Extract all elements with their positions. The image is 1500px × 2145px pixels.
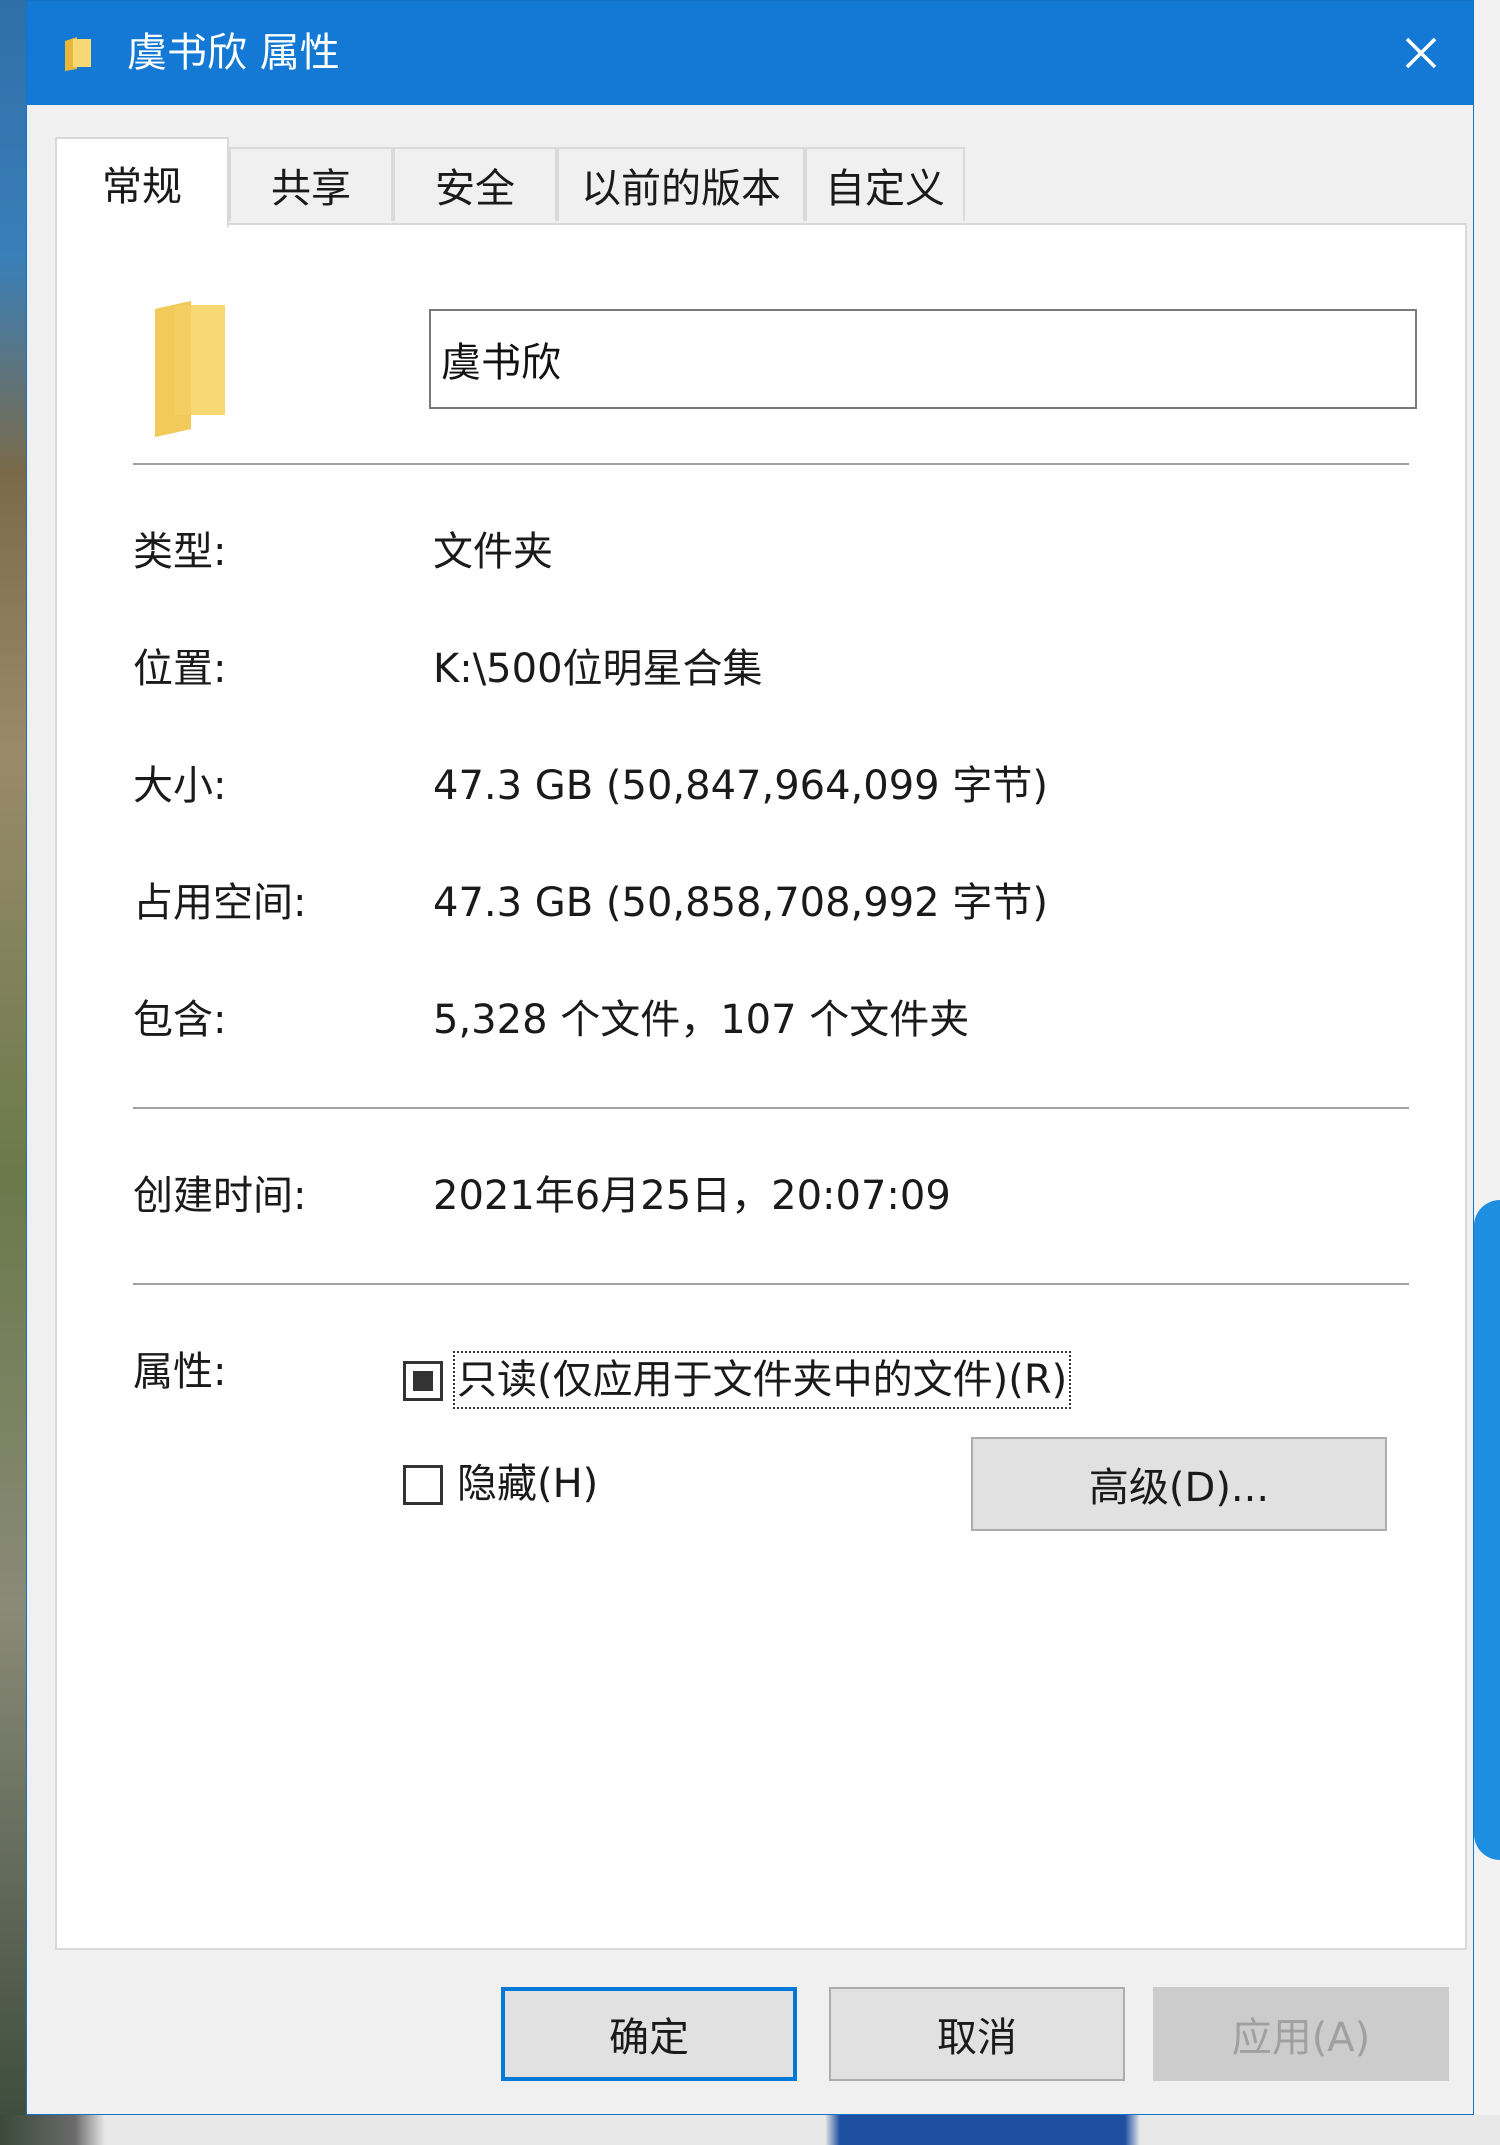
tab-general[interactable]: 常规 <box>55 137 229 227</box>
readonly-label[interactable]: 只读(仅应用于文件夹中的文件)(R) <box>452 1351 1072 1409</box>
size-on-disk-label: 占用空间: <box>133 880 307 926</box>
advanced-button[interactable]: 高级(D)... <box>971 1437 1387 1531</box>
close-button[interactable] <box>1369 1 1473 105</box>
properties-dialog: 虞书欣 属性 常规 共享 安全 以前的版本 自定义 类型: 文件夹 位置: K:… <box>26 0 1474 2115</box>
hidden-label[interactable]: 隐藏(H) <box>457 1459 598 1509</box>
folder-name-input[interactable] <box>429 309 1417 409</box>
contains-label: 包含: <box>133 997 227 1043</box>
created-label: 创建时间: <box>133 1173 307 1219</box>
location-value: K:\500位明星合集 <box>433 646 763 692</box>
apply-button[interactable]: 应用(A) <box>1153 1987 1449 2081</box>
desktop-background-accent <box>1474 1200 1500 1860</box>
contains-value: 5,328 个文件，107 个文件夹 <box>433 997 970 1043</box>
tab-sharing[interactable]: 共享 <box>229 147 393 221</box>
tab-security[interactable]: 安全 <box>393 147 557 221</box>
title-bar[interactable]: 虞书欣 属性 <box>27 1 1473 105</box>
size-value: 47.3 GB (50,847,964,099 字节) <box>433 763 1048 809</box>
tab-previous-versions[interactable]: 以前的版本 <box>557 147 805 221</box>
indeterminate-mark <box>413 1371 433 1391</box>
close-icon <box>1405 37 1437 69</box>
created-value: 2021年6月25日，20:07:09 <box>433 1173 951 1219</box>
divider-top <box>133 463 1409 465</box>
size-on-disk-value: 47.3 GB (50,858,708,992 字节) <box>433 880 1048 926</box>
type-label: 类型: <box>133 529 227 575</box>
type-value: 文件夹 <box>433 529 553 575</box>
folder-large-icon <box>155 301 225 437</box>
ok-button[interactable]: 确定 <box>501 1987 797 2081</box>
taskbar-strip <box>0 2115 1500 2145</box>
folder-icon <box>65 37 91 71</box>
cancel-button[interactable]: 取消 <box>829 1987 1125 2081</box>
divider-bottom <box>133 1283 1409 1285</box>
size-label: 大小: <box>133 763 227 809</box>
location-label: 位置: <box>133 646 227 692</box>
general-panel <box>55 223 1467 1950</box>
attributes-label: 属性: <box>133 1349 227 1395</box>
readonly-checkbox[interactable] <box>403 1361 443 1401</box>
window-title: 虞书欣 属性 <box>127 30 340 76</box>
tab-customize[interactable]: 自定义 <box>805 147 965 221</box>
divider-middle <box>133 1107 1409 1109</box>
hidden-checkbox[interactable] <box>403 1465 443 1505</box>
